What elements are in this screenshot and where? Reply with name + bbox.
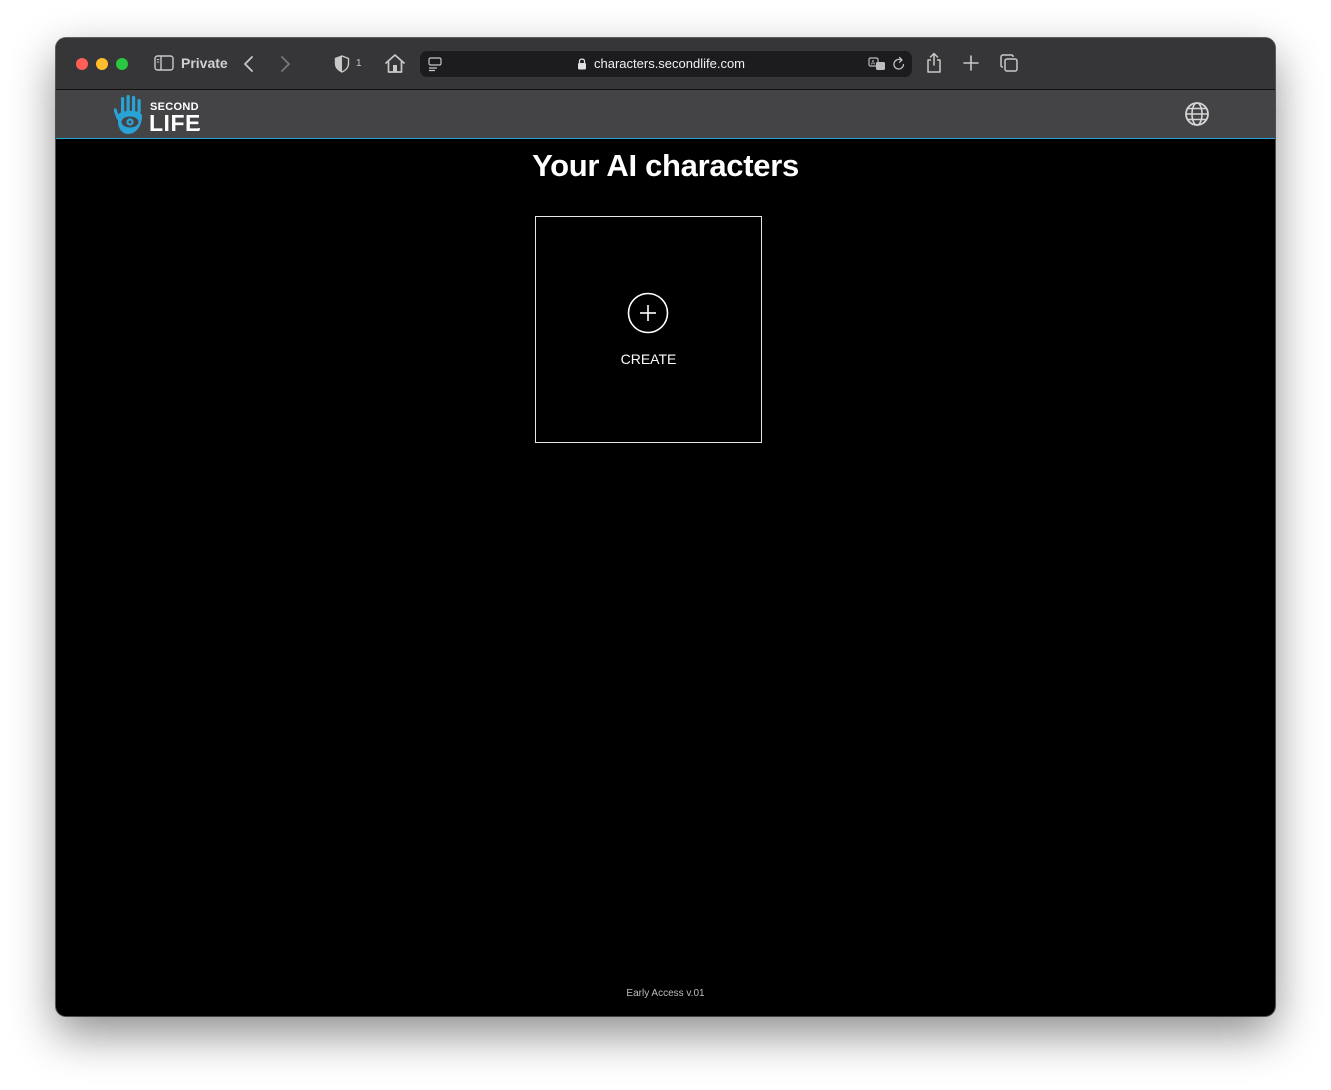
share-icon[interactable] <box>926 52 942 74</box>
url-text: characters.secondlife.com <box>594 56 746 71</box>
language-globe-icon[interactable] <box>1184 101 1210 127</box>
close-window-button[interactable] <box>76 58 88 70</box>
private-mode-label: Private <box>181 55 228 71</box>
tab-overview-icon[interactable] <box>1000 54 1018 72</box>
browser-window: Private 1 characters.secondlife.com A SE… <box>56 38 1275 1016</box>
add-circle-icon <box>627 292 669 334</box>
page-menu-icon[interactable] <box>428 56 442 72</box>
create-label: CREATE <box>620 351 677 367</box>
version-footer: Early Access v.01 <box>626 988 705 999</box>
lock-icon <box>578 58 586 70</box>
address-bar[interactable]: characters.secondlife.com A <box>420 51 912 77</box>
zoom-window-button[interactable] <box>116 58 128 70</box>
second-life-logo[interactable]: SECOND LIFE <box>114 94 204 136</box>
new-tab-icon[interactable] <box>963 55 979 71</box>
create-character-card[interactable]: CREATE <box>535 216 762 443</box>
tracker-count: 1 <box>356 58 362 69</box>
reload-icon[interactable] <box>892 56 906 72</box>
logo-life-text: LIFE <box>149 110 201 136</box>
translate-icon[interactable]: A <box>868 56 886 72</box>
forward-icon[interactable] <box>278 54 292 74</box>
browser-toolbar: Private 1 characters.secondlife.com A <box>56 38 1275 90</box>
home-icon[interactable] <box>384 53 406 74</box>
hand-eye-logo-icon <box>114 95 142 134</box>
site-header: SECOND LIFE <box>56 90 1275 139</box>
privacy-shield-icon[interactable] <box>334 55 350 73</box>
page-title: Your AI characters <box>532 148 799 183</box>
back-icon[interactable] <box>242 54 256 74</box>
minimize-window-button[interactable] <box>96 58 108 70</box>
sidebar-toggle-icon[interactable] <box>154 55 174 71</box>
logo-dot <box>198 128 200 130</box>
